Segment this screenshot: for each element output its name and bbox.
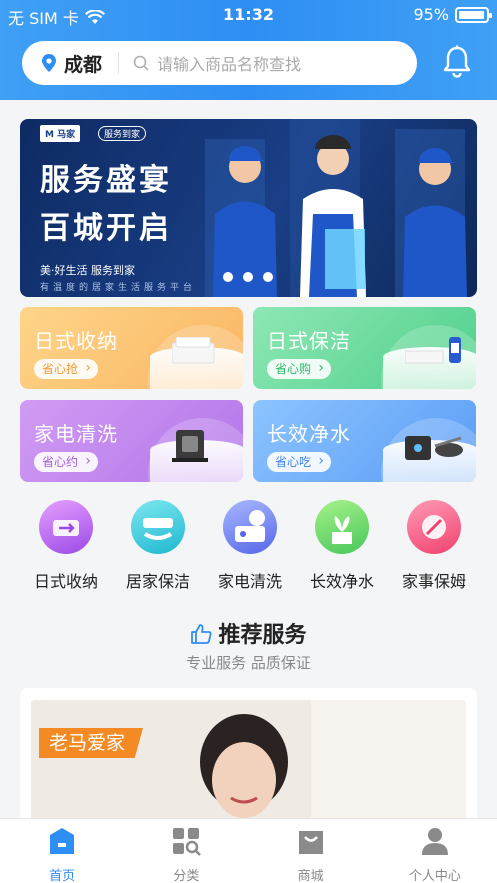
service-label: 家电清洗 (217, 572, 282, 591)
service-item[interactable]: 日式收纳 (20, 500, 112, 592)
recommend-title-text: 推荐服务 (218, 623, 307, 648)
tab-home[interactable]: 首页 (0, 819, 124, 883)
tab-shop-bag[interactable]: 商城 (249, 819, 373, 883)
status-bar: 无 SIM 卡 11:32 95% (0, 0, 497, 30)
tab-label: 分类 (173, 869, 200, 883)
shop-bag-icon (298, 831, 323, 854)
tab-label: 商城 (297, 869, 324, 883)
card-product-image (405, 436, 463, 460)
recommend-subtitle: 专业服务 品质保证 (186, 654, 311, 672)
banner-dot[interactable] (263, 272, 273, 282)
banner-logo: M 马家 (40, 125, 81, 142)
water-icon (315, 500, 369, 554)
service-label: 日式收纳 (33, 572, 98, 591)
search-icon (133, 55, 149, 71)
banner-headline-1: 服务盛宴 (40, 163, 172, 198)
category-icon (173, 828, 202, 856)
service-label: 家事保姆 (401, 572, 466, 591)
banner-dot[interactable] (243, 272, 253, 282)
recommend-title: 推荐服务 (0, 617, 497, 649)
category-card[interactable]: 日式保洁 省心购 (253, 307, 476, 389)
category-card[interactable]: 家电清洗 省心约 (20, 400, 243, 482)
service-item[interactable]: 居家保洁 (112, 500, 204, 592)
service-item[interactable]: 家事保姆 (388, 500, 480, 592)
card-product-image (172, 430, 208, 462)
card-product-image (405, 337, 461, 364)
promo-banner[interactable]: M 马家 服务到家 服务盛宴 百城开启 美·好生活 服务到家 有温度的居家生活服… (20, 119, 477, 297)
recommend-tag: 老马爱家 (39, 728, 144, 758)
home-icon (50, 828, 75, 854)
card-title: 日式保洁 (267, 329, 351, 353)
bell-icon[interactable] (441, 45, 473, 79)
storage-icon (39, 500, 93, 554)
banner-tagline: 有温度的居家生活服务平台 (40, 283, 197, 293)
service-icon-row: 日式收纳 居家保洁 家电清洗 长效净水 家事保姆 (0, 500, 497, 595)
card-title: 家电清洗 (34, 422, 118, 446)
search-bar[interactable]: 成都 请输入商品名称查找 (22, 41, 417, 85)
battery-percent: 95% (413, 5, 449, 24)
banner-pagination[interactable] (223, 272, 273, 282)
banner-slogan: 美·好生活 服务到家 (40, 264, 135, 277)
banner-workers-illustration (205, 119, 467, 297)
banner-tag: 服务到家 (98, 126, 147, 141)
service-label: 居家保洁 (125, 572, 190, 591)
location-selector[interactable]: 成都 (22, 50, 102, 77)
location-pin-icon (42, 54, 56, 72)
category-card[interactable]: 长效净水 省心吃 (253, 400, 476, 482)
banner-headline-2: 百城开启 (40, 211, 172, 246)
service-item[interactable]: 长效净水 (296, 500, 388, 592)
category-card[interactable]: 日式收纳 省心抢 (20, 307, 243, 389)
card-cta-button[interactable]: 省心抢 (34, 358, 99, 379)
service-item[interactable]: 家电清洗 (204, 500, 296, 592)
card-title: 日式收纳 (34, 329, 118, 353)
card-cta-button[interactable]: 省心约 (34, 451, 99, 472)
status-right: 95% (413, 5, 492, 24)
tab-user[interactable]: 个人中心 (373, 819, 497, 883)
recommend-person-illustration (31, 700, 466, 828)
cleaning-icon (131, 500, 185, 554)
card-product-image (172, 337, 215, 364)
city-label: 成都 (64, 53, 103, 76)
tab-category[interactable]: 分类 (124, 819, 248, 883)
search-input[interactable]: 请输入商品名称查找 (157, 51, 301, 75)
banner-dot[interactable] (223, 272, 233, 282)
card-cta-button[interactable]: 省心购 (267, 358, 332, 379)
appliance-icon (223, 500, 277, 554)
tab-bar: 首页 分类 商城 个人中心 (0, 818, 497, 883)
search-divider (118, 52, 120, 74)
tab-label: 首页 (49, 869, 76, 883)
service-label: 长效净水 (309, 572, 374, 591)
user-icon (421, 828, 448, 855)
nanny-icon (407, 500, 461, 554)
recommend-card-image: 老马爱家 (31, 700, 466, 828)
battery-icon (455, 6, 492, 23)
card-cta-button[interactable]: 省心吃 (267, 451, 332, 472)
thumbs-up-icon (191, 624, 212, 644)
recommend-card[interactable]: 老马爱家 (20, 688, 477, 828)
battery-fill (459, 10, 484, 19)
card-title: 长效净水 (267, 422, 351, 446)
tab-label: 个人中心 (408, 869, 461, 883)
